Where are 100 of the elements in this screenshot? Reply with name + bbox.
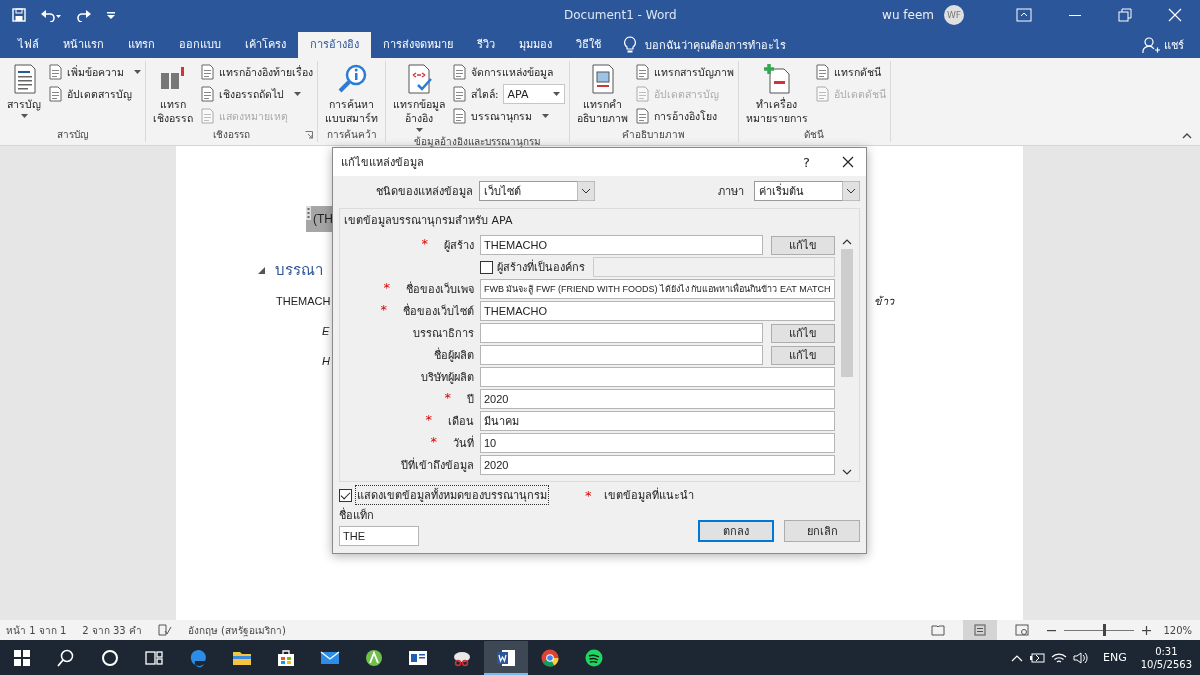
text-field[interactable]: 2020 [480, 389, 835, 409]
ribbon-button[interactable]: การค้นหา แบบสมาร์ท [322, 61, 381, 128]
bibliography-text: E [322, 325, 330, 337]
document-icon [634, 108, 650, 124]
word-count[interactable]: 2 จาก 33 คำ [82, 622, 142, 638]
collapse-triangle-icon [258, 266, 265, 274]
document-icon [200, 64, 215, 80]
field-label: ปีที่เข้าถึงข้อมูล [401, 456, 474, 474]
save-icon[interactable] [12, 8, 26, 22]
required-mark: * [380, 302, 387, 319]
customize-icon[interactable] [106, 10, 116, 20]
text-field[interactable] [480, 323, 763, 343]
ribbon-button[interactable]: อัปเดตสารบัญ [48, 84, 141, 104]
print-layout-icon[interactable] [963, 620, 998, 640]
field-label: เดือน [448, 414, 474, 430]
ok-button[interactable]: ตกลง [698, 520, 774, 542]
ribbon-display-icon[interactable] [1016, 8, 1032, 22]
dropdown-arrow-icon[interactable] [577, 181, 595, 201]
ribbon-button[interactable]: เชิงอรรถถัดไป [200, 84, 313, 104]
ribbon-button[interactable]: แทรกสารบัญภาพ [634, 62, 734, 82]
text-field[interactable]: 10 [480, 433, 835, 453]
ribbon-button[interactable]: จัดการแหล่งข้อมูล [452, 62, 565, 82]
text-field[interactable] [480, 345, 763, 365]
chevron-up-icon[interactable] [1011, 653, 1023, 662]
restore-icon[interactable] [1118, 8, 1132, 22]
ribbon-tab[interactable]: ไฟล์ [6, 32, 51, 58]
cancel-button[interactable]: ยกเลิก [784, 520, 860, 542]
document-icon [452, 86, 467, 102]
ribbon-tab[interactable]: ออกแบบ [167, 32, 233, 58]
zoom-level[interactable]: 120% [1163, 624, 1192, 636]
input-language[interactable]: ENG [1103, 651, 1127, 664]
help-button[interactable]: ? [803, 154, 810, 170]
wifi-icon[interactable] [1051, 651, 1067, 664]
ribbon-button[interactable]: แทรก เชิงอรรถ [150, 61, 196, 128]
field-label: ชื่อแท็ก [339, 506, 375, 524]
checkbox-label[interactable]: ผู้สร้างที่เป็นองค์กร [497, 258, 585, 276]
ribbon-button[interactable]: แทรกอ้างอิงท้ายเรื่อง [200, 62, 313, 82]
text-field[interactable] [480, 367, 835, 387]
ribbon-tab[interactable]: แทรก [116, 32, 167, 58]
style-label: สไตล์: [452, 84, 499, 104]
text-field[interactable]: 2020 [480, 455, 835, 475]
document-icon [814, 64, 830, 80]
share-button[interactable]: แชร์ [1142, 32, 1184, 58]
field-label: ชื่อของเว็บไซต์ [403, 302, 474, 320]
ribbon-button[interactable]: แทรกคำ อธิบายภาพ [573, 61, 631, 128]
checkbox[interactable] [339, 488, 352, 502]
clock-date[interactable]: 10/5/2563 [1140, 657, 1192, 671]
ribbon-tab[interactable]: การส่งจดหมาย [371, 32, 465, 58]
scroll-thumb[interactable] [841, 249, 853, 377]
edit-button[interactable]: แก้ไข [771, 345, 835, 365]
ribbon-button[interactable]: ทำเครื่อง หมายรายการ [742, 61, 811, 128]
ribbon-button[interactable]: สารบัญ [4, 61, 44, 126]
text-field[interactable]: FWB มันจะสู้ FWF (FRIEND WITH FOODS) ได้ยังไง กับแอพหาเพื่อนกินข้าว EAT MATCH [480, 279, 835, 299]
text-field[interactable]: THEMACHO [480, 235, 763, 255]
ribbon-button[interactable]: เพิ่มข้อความ [48, 62, 141, 82]
proofing-icon[interactable] [157, 624, 172, 636]
group-label: การค้นคว้า [326, 128, 377, 143]
ribbon-tab[interactable]: หน้าแรก [51, 32, 116, 58]
clock-time[interactable]: 0:31 [1155, 644, 1178, 658]
battery-icon[interactable] [1029, 651, 1045, 664]
ribbon-tab[interactable]: วิธีใช้ [564, 32, 613, 58]
edit-button[interactable]: แก้ไข [771, 323, 835, 343]
page-count[interactable]: หน้า 1 จาก 1 [6, 622, 67, 638]
document-icon [200, 108, 215, 124]
language-status[interactable]: อังกฤษ (สหรัฐอเมริกา) [187, 622, 286, 638]
ribbon-button[interactable]: การอ้างอิงโยง [634, 106, 734, 126]
ribbon-tab[interactable]: รีวิว [465, 32, 507, 58]
ribbon-tab[interactable]: มุมมอง [507, 32, 564, 58]
dropdown-field[interactable]: เว็บไซต์ [479, 181, 577, 201]
dropdown-arrow-icon[interactable] [842, 181, 860, 201]
text-field[interactable]: THEMACHO [480, 301, 835, 321]
scroll-up-icon[interactable] [842, 239, 852, 245]
ribbon-tab[interactable]: เค้าโครง [233, 32, 298, 58]
dropdown-field[interactable]: ค่าเริ่มต้น [754, 181, 842, 201]
ribbon-button[interactable]: แทรกข้อมูล อ้างอิง [390, 61, 448, 135]
checkbox-label[interactable]: แสดงเขตข้อมูลทั้งหมดของบรรณานุกรม [355, 485, 549, 505]
tell-me-field[interactable]: บอกฉันว่าคุณต้องการทำอะไร [623, 32, 786, 58]
ribbon-button[interactable]: แทรกดัชนี [814, 62, 886, 82]
zoom-in-icon[interactable] [1142, 625, 1152, 635]
undo-icon[interactable] [40, 8, 62, 22]
edit-button[interactable]: แก้ไข [771, 235, 835, 255]
redo-icon[interactable] [76, 8, 92, 22]
mark-entry-icon [761, 63, 792, 95]
ribbon-tab[interactable]: การอ้างอิง [298, 32, 371, 58]
bibliography-text: ข้าว [874, 294, 894, 309]
close-icon[interactable] [842, 156, 854, 168]
bibliography-text: THEMACH [276, 295, 331, 307]
required-mark: * [585, 487, 592, 503]
scroll-down-icon[interactable] [842, 469, 852, 475]
caret-icon [542, 114, 549, 118]
volume-icon[interactable] [1073, 651, 1089, 664]
document-icon [48, 86, 63, 102]
collapse-ribbon-icon[interactable] [1182, 133, 1192, 139]
text-field[interactable]: มีนาคม [480, 411, 835, 431]
word-document-icon[interactable] [484, 640, 528, 675]
text-field[interactable]: THE [339, 526, 419, 546]
checkbox[interactable] [480, 260, 493, 274]
dialog-launcher-icon[interactable] [305, 131, 313, 140]
ribbon-button[interactable]: บรรณานุกรม [452, 106, 565, 126]
style-dropdown[interactable]: APA [502, 84, 565, 104]
